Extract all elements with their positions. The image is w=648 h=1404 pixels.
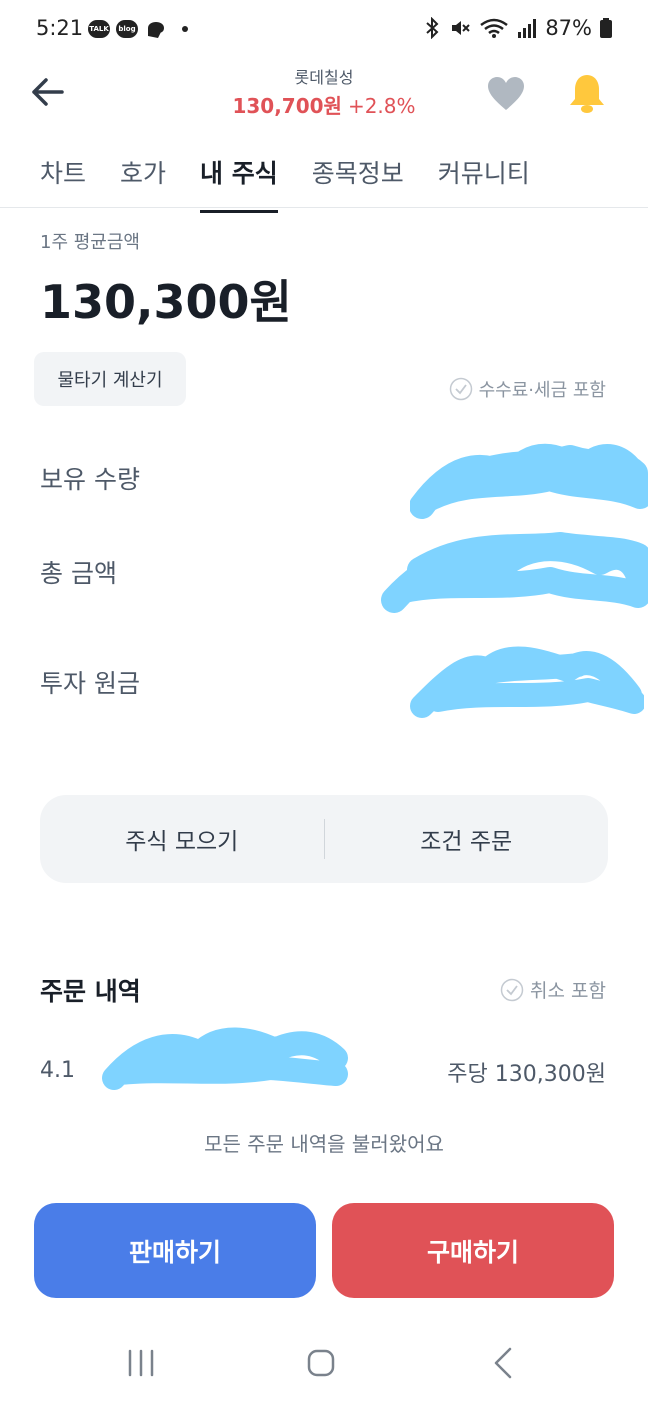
bell-icon[interactable]	[566, 72, 608, 114]
nav-back-icon[interactable]	[490, 1346, 516, 1380]
mute-icon	[452, 21, 471, 35]
recent-apps-icon[interactable]	[126, 1348, 156, 1378]
sell-button[interactable]: 판매하기	[34, 1203, 316, 1298]
holding-quantity-label: 보유 수량	[40, 465, 140, 494]
order-date: 4.1	[40, 1058, 75, 1083]
order-history-title: 주문 내역	[40, 977, 141, 1006]
redaction-scribble-quantity	[410, 443, 648, 519]
status-time: 5:21	[36, 16, 84, 40]
battery-icon	[600, 18, 612, 38]
redaction-scribble-order	[102, 1027, 348, 1090]
include-canceled-toggle[interactable]: 취소 포함	[500, 976, 606, 1003]
averaging-calculator-button[interactable]: 물타기 계산기	[34, 352, 186, 406]
tab-bar: 차트 호가 내 주식 종목정보 커뮤니티	[40, 154, 530, 213]
fee-tax-included-toggle[interactable]: 수수료·세금 포함	[449, 376, 606, 402]
more-notifications-dot	[182, 26, 188, 32]
current-price-line: 130,700원 +2.8%	[0, 90, 648, 119]
notification-icons: TALK blog	[88, 18, 188, 40]
price-change: +2.8%	[347, 94, 416, 118]
heart-icon[interactable]	[486, 74, 526, 114]
include-canceled-label: 취소 포함	[530, 980, 606, 1002]
order-unit-price: 주당 130,300원	[447, 1062, 606, 1087]
average-price-value: 130,300원	[40, 275, 292, 329]
home-icon[interactable]	[306, 1348, 336, 1378]
conditional-order-button[interactable]: 조건 주문	[325, 822, 609, 856]
tab-orderbook[interactable]: 호가	[120, 154, 166, 213]
redaction-scribble-principal	[410, 646, 644, 718]
signal-icon	[518, 19, 537, 38]
check-circle-icon	[500, 978, 524, 1001]
redaction-scribble-total	[381, 532, 648, 613]
tab-community[interactable]: 커뮤니티	[438, 154, 530, 213]
tab-stock-info[interactable]: 종목정보	[312, 154, 404, 213]
principal-label: 투자 원금	[40, 669, 140, 698]
blog-icon: blog	[116, 20, 138, 38]
bluetooth-icon	[426, 17, 439, 39]
current-price: 130,700원	[232, 94, 342, 118]
check-circle-icon	[449, 377, 472, 401]
tabs-divider	[0, 207, 648, 208]
all-orders-loaded-message: 모든 주문 내역을 불러왔어요	[204, 1132, 444, 1156]
fee-tax-label: 수수료·세금 포함	[478, 380, 606, 401]
status-right-icons: 87%	[423, 16, 612, 40]
thread-icon	[148, 22, 164, 38]
collect-stock-button[interactable]: 주식 모으기	[40, 822, 324, 856]
battery-percent: 87%	[545, 16, 592, 40]
total-amount-label: 총 금액	[40, 559, 117, 588]
kakaotalk-icon: TALK	[88, 20, 110, 38]
buy-button[interactable]: 구매하기	[332, 1203, 614, 1298]
stock-name: 롯데칠성	[294, 68, 354, 87]
stock-actions-box: 주식 모으기 조건 주문	[40, 795, 608, 883]
tab-chart[interactable]: 차트	[40, 154, 86, 213]
tab-my-stock[interactable]: 내 주식	[200, 154, 278, 213]
wifi-icon	[480, 18, 509, 38]
average-price-label: 1주 평균금액	[40, 232, 140, 253]
